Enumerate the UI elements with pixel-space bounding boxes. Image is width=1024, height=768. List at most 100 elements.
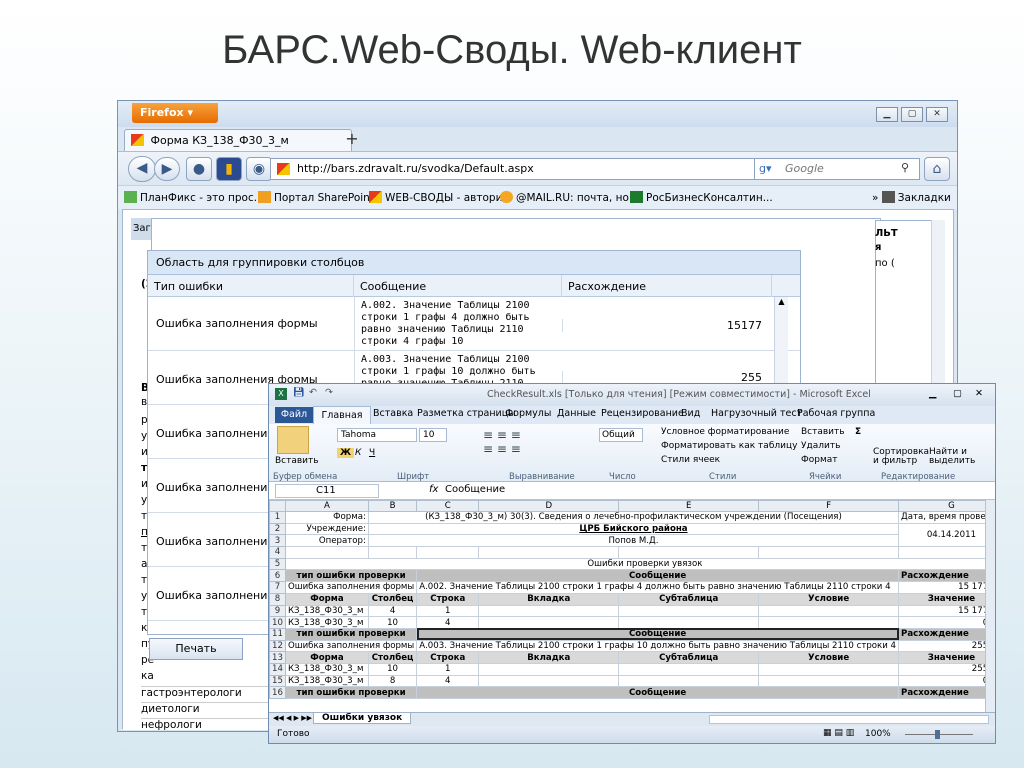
firefox-menu-button[interactable]: Firefox ▾: [132, 103, 218, 123]
tab-review[interactable]: Рецензирование: [601, 408, 684, 419]
bold-button[interactable]: Ж: [337, 448, 355, 458]
tab-load-test[interactable]: Нагрузочный тест: [711, 408, 802, 419]
underline-button[interactable]: Ч: [369, 448, 375, 458]
scroll-up-icon[interactable]: ▲: [775, 297, 788, 306]
column-header[interactable]: F: [758, 500, 900, 512]
addon-icon[interactable]: ●: [186, 157, 212, 181]
back-icon[interactable]: ◀: [128, 156, 156, 182]
ribbon-tabs: Файл Главная Вставка Разметка страницы Ф…: [269, 406, 995, 424]
align-icon: ≡ ≡ ≡: [483, 442, 521, 456]
horizontal-scrollbar[interactable]: [709, 715, 989, 724]
zoom-level: 100%: [865, 729, 891, 739]
minimize-icon[interactable]: ▁: [876, 107, 898, 122]
sort-filter-button[interactable]: Сортировка и фильтр: [873, 448, 931, 466]
tab-file[interactable]: Файл: [275, 407, 313, 423]
view-buttons[interactable]: ▦ ▤ ▥: [823, 728, 854, 738]
minimize-icon[interactable]: ▁: [929, 388, 936, 399]
tab-page-layout[interactable]: Разметка страницы: [417, 408, 516, 419]
save-icon[interactable]: 💾︎: [293, 387, 305, 398]
bookmark-rbc[interactable]: РосБизнесКонсалтин...: [630, 191, 773, 204]
selected-cell[interactable]: Сообщение: [416, 627, 900, 641]
format-table-button[interactable]: Форматировать как таблицу: [661, 441, 797, 451]
table-row: 6 тип ошибки проверки Сообщение Расхожде…: [269, 569, 995, 583]
redo-icon[interactable]: ↷: [325, 387, 333, 398]
eye-icon[interactable]: ◉: [246, 157, 272, 181]
window-title: CheckResult.xls [Только для чтения] [Реж…: [487, 389, 871, 400]
maximize-icon[interactable]: ▢: [953, 388, 962, 399]
fx-icon[interactable]: fx: [429, 484, 438, 495]
sum-icon[interactable]: Σ: [855, 427, 861, 437]
bookmark-planfix[interactable]: ПланФикс - это прос...: [124, 191, 264, 204]
table-row: 7 Ошибка заполнения формы А.002. Значени…: [269, 581, 995, 594]
browser-tab[interactable]: Форма КЗ_138_Ф30_3_м: [124, 129, 352, 151]
delete-cells-button[interactable]: Удалить: [801, 441, 840, 451]
bars-favicon-icon: [131, 134, 144, 146]
bookmark-mailru[interactable]: @MAIL.RU: почта, но...: [500, 191, 639, 204]
column-header-type[interactable]: Тип ошибки: [148, 275, 354, 297]
tab-insert[interactable]: Вставка: [373, 408, 413, 419]
table-row[interactable]: Ошибка заполнения формы А.002. Значение …: [148, 297, 800, 351]
column-header-diff[interactable]: Расхождение: [562, 275, 772, 297]
table-row: 16 тип ошибки проверки Сообщение Расхожд…: [269, 686, 995, 699]
list-item: гастроэнтерологи: [141, 686, 271, 699]
column-header[interactable]: G: [898, 500, 995, 512]
home-icon[interactable]: ⌂: [924, 157, 950, 181]
chart-addon-icon[interactable]: ▮: [216, 157, 242, 181]
tab-view[interactable]: Вид: [681, 408, 700, 419]
italic-button[interactable]: К: [355, 448, 361, 458]
alignment-buttons[interactable]: ≡ ≡ ≡ ≡ ≡ ≡: [483, 428, 559, 466]
sheet-nav-icon[interactable]: ◀◀ ◀ ▶ ▶▶: [273, 714, 312, 722]
formula-bar: C11 fx Сообщение: [269, 482, 995, 500]
sharepoint-icon: [258, 191, 271, 203]
column-header-message[interactable]: Сообщение: [354, 275, 562, 297]
name-box[interactable]: C11: [275, 484, 379, 498]
font-size-select[interactable]: 10: [419, 428, 447, 442]
search-input[interactable]: g▾ Google ⚲: [754, 158, 920, 180]
google-icon: g▾: [759, 162, 772, 175]
table-row: 9 КЗ_138_Ф30_3_м 4 1 15 177,00: [269, 604, 995, 618]
check-icon: [124, 191, 137, 203]
close-icon[interactable]: ✕: [926, 107, 948, 122]
paste-icon[interactable]: [277, 426, 309, 454]
vertical-scrollbar[interactable]: [985, 500, 995, 712]
insert-cells-button[interactable]: Вставить: [801, 427, 845, 437]
cond-format-button[interactable]: Условное форматирование: [661, 427, 789, 437]
column-header[interactable]: A: [284, 500, 369, 512]
bookmark-sharepoint[interactable]: Портал SharePoint: [258, 191, 374, 204]
cell-styles-button[interactable]: Стили ячеек: [661, 455, 720, 465]
table-row: 8 Форма Столбец Строка Вкладка Субтаблиц…: [269, 592, 995, 606]
table-row: 14 КЗ_138_Ф30_3_м 10 1 255,00: [269, 662, 995, 676]
tab-formulas[interactable]: Формулы: [505, 408, 551, 419]
bookmarks-icon: [881, 191, 895, 203]
maximize-icon[interactable]: ▢: [901, 107, 923, 122]
column-header[interactable]: D: [478, 500, 620, 512]
formula-input[interactable]: Сообщение: [445, 484, 505, 495]
tab-data[interactable]: Данные: [557, 408, 596, 419]
column-header[interactable]: E: [618, 500, 760, 512]
new-tab-button[interactable]: +: [340, 129, 364, 151]
bookmark-websvody[interactable]: WEB-СВОДЫ - автори...: [369, 191, 512, 204]
undo-icon[interactable]: ↶: [309, 387, 317, 398]
font-name-select[interactable]: Tahoma: [337, 428, 417, 442]
close-icon[interactable]: ✕: [975, 388, 983, 399]
sheet-tab[interactable]: Ошибки увязок: [313, 713, 412, 724]
zoom-slider[interactable]: [899, 730, 979, 740]
tab-home[interactable]: Главная: [313, 406, 371, 424]
grid-header: Тип ошибки Сообщение Расхождение: [148, 275, 800, 297]
spreadsheet-grid[interactable]: A B C D E F G 1 Форма: (КЗ_138_Ф30_3_м) …: [269, 500, 995, 712]
search-icon[interactable]: ⚲: [901, 161, 909, 174]
format-cells-button[interactable]: Формат: [801, 455, 838, 465]
paste-button[interactable]: Вставить: [275, 456, 319, 466]
forward-icon[interactable]: ▶: [154, 157, 180, 181]
print-button[interactable]: Печать: [149, 638, 243, 660]
bookmarks-menu[interactable]: » Закладки: [872, 191, 951, 204]
column-header[interactable]: C: [416, 500, 480, 512]
find-select-button[interactable]: Найти и выделить: [929, 448, 985, 466]
group-area[interactable]: Область для группировки столбцов: [148, 251, 800, 275]
number-format-select[interactable]: Общий: [599, 428, 643, 442]
sheet-tabs-bar: ◀◀ ◀ ▶ ▶▶ Ошибки увязок: [269, 712, 995, 726]
tab-workgroup[interactable]: Рабочая группа: [797, 408, 875, 419]
table-row: 11 тип ошибки проверки Сообщение Расхожд…: [269, 627, 995, 641]
table-row: 3 Оператор: Попов М.Д.: [269, 534, 996, 548]
column-header[interactable]: B: [367, 500, 418, 512]
